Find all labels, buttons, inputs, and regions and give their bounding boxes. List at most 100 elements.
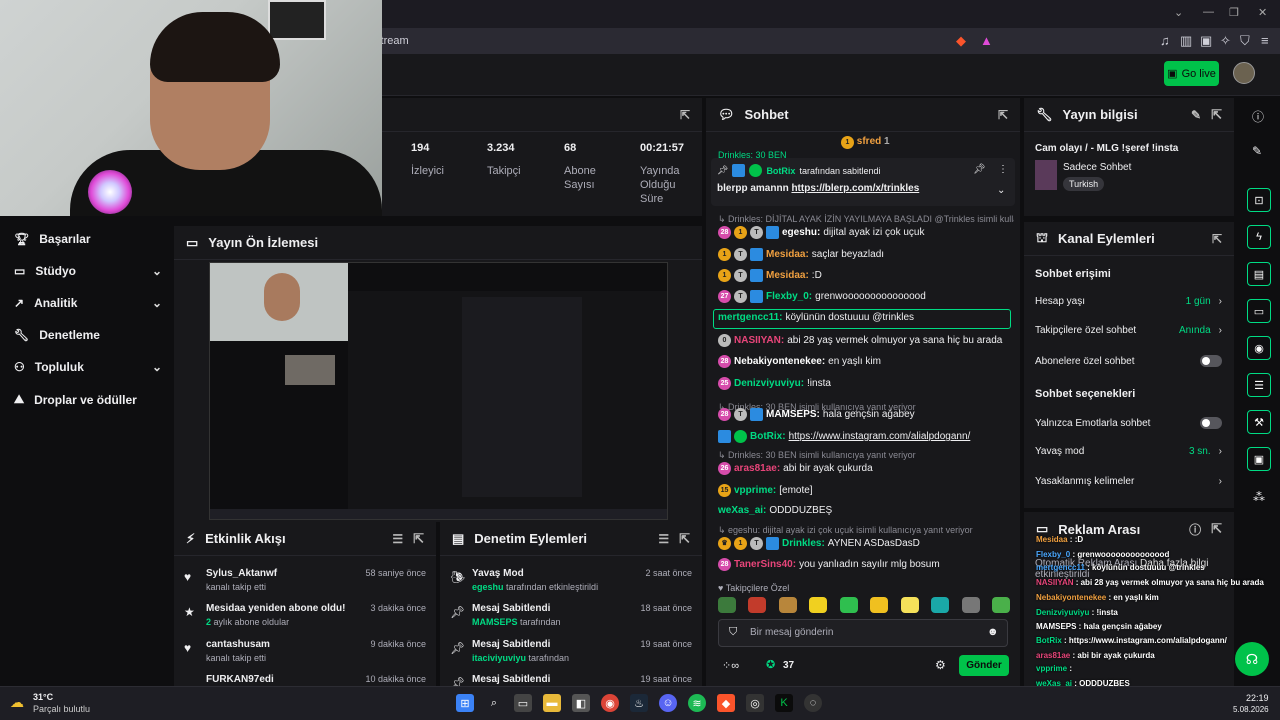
banned-words-row[interactable]: Yasaklanmış kelimeler › bbox=[1035, 476, 1222, 487]
sidebar-toggle-icon[interactable]: ▥ bbox=[1180, 33, 1192, 49]
chat-message[interactable]: 28 1 Tegeshu: dijital ayak izi çok uçuk bbox=[718, 226, 1014, 239]
leo-ai-icon[interactable]: ✧ bbox=[1220, 33, 1231, 49]
chat-username[interactable]: Nebakiyontenekee: bbox=[734, 356, 825, 367]
chat-username[interactable]: NASIIYAN: bbox=[734, 335, 784, 346]
chevron-down-icon[interactable]: ⌄ bbox=[1174, 6, 1183, 19]
chat-message[interactable]: 25 Denizviyuviyu: !insta bbox=[718, 377, 1014, 390]
chat-message[interactable]: 28 Nebakiyontenekee: en yaşlı kim bbox=[718, 355, 1014, 368]
brave-shield-icon[interactable]: ◆ bbox=[956, 33, 966, 49]
chat-input[interactable]: ⛉ Bir mesaj gönderin ☻ bbox=[718, 619, 1008, 647]
emote-icon[interactable] bbox=[870, 597, 889, 613]
queue-icon[interactable]: ☰ bbox=[1247, 373, 1271, 397]
file-explorer-icon[interactable]: ▬ bbox=[543, 694, 561, 712]
popout-icon[interactable]: ⇱ bbox=[1211, 107, 1222, 123]
brave-icon[interactable]: ◆ bbox=[717, 694, 735, 712]
drops-icon[interactable]: ⁂ bbox=[1253, 490, 1265, 504]
stream-preview-video[interactable] bbox=[209, 262, 668, 520]
vpn-icon[interactable]: ⛉ bbox=[1240, 33, 1250, 49]
sidebar-item-drops[interactable]: ⛰ Droplar ve ödüller bbox=[14, 392, 162, 407]
chat-message[interactable]: 28 TanerSins40: you yanlıadın sayılır mlg … bbox=[718, 558, 1014, 571]
note-icon[interactable]: ▤ bbox=[1247, 262, 1271, 286]
close-icon[interactable]: ✕ bbox=[1258, 6, 1267, 19]
popout-icon[interactable]: ⇱ bbox=[679, 531, 690, 547]
chat-username[interactable]: Mesidaa: bbox=[766, 270, 809, 281]
emote-icon[interactable] bbox=[748, 597, 767, 613]
chat-username[interactable]: Flexby_0: bbox=[766, 291, 812, 302]
pinned-link[interactable]: https://blerp.com/x/trinkles bbox=[791, 183, 919, 194]
chat-message[interactable]: 26 aras81ae: abi bir ayak çukurda bbox=[718, 462, 1014, 475]
wallet-icon[interactable]: ▣ bbox=[1200, 33, 1212, 49]
sidebar-item-studio[interactable]: ▭ Stüdyo ⌄ bbox=[14, 264, 162, 278]
stream-category[interactable]: Sadece Sohbet bbox=[1063, 162, 1131, 173]
window-icon[interactable]: ▣ bbox=[1247, 447, 1271, 471]
discord-icon[interactable]: ☺ bbox=[659, 694, 677, 712]
chat-username[interactable]: weXas_ai: bbox=[718, 505, 766, 516]
popout-icon[interactable]: ⇱ bbox=[1212, 232, 1222, 246]
emote-icon[interactable] bbox=[991, 597, 1010, 613]
menu-icon[interactable]: ≡ bbox=[1261, 33, 1269, 48]
chat-message[interactable]: 27 T Flexby_0: grenwooooooooooooood bbox=[718, 290, 1014, 303]
chat-username[interactable]: MAMSEPS: bbox=[766, 409, 820, 420]
obs-icon[interactable]: ◎ bbox=[746, 694, 764, 712]
chat-message[interactable]: 15 vpprime: [emote] bbox=[718, 484, 1014, 497]
weather-temp[interactable]: 31°C bbox=[33, 692, 53, 702]
info-icon[interactable]: ⓘ bbox=[1189, 521, 1201, 538]
bolt-icon[interactable]: ϟ bbox=[1247, 225, 1271, 249]
steam-icon[interactable]: ♨ bbox=[630, 694, 648, 712]
task-view-icon[interactable]: ▭ bbox=[514, 694, 532, 712]
chat-username[interactable]: vpprime: bbox=[734, 485, 776, 496]
emote-icon[interactable] bbox=[718, 597, 736, 613]
emote-icon[interactable] bbox=[778, 597, 797, 613]
send-button[interactable]: Gönder bbox=[959, 655, 1009, 676]
chat-message[interactable]: 0 NASIIYAN: abi 28 yaş vermek olmuyor ya s… bbox=[718, 334, 1014, 347]
popout-icon[interactable]: ⇱ bbox=[413, 531, 424, 547]
chat-username[interactable]: aras81ae: bbox=[734, 463, 780, 474]
sidebar-item-achievements[interactable]: 🏆︎ Başarılar bbox=[14, 232, 162, 246]
chat-message[interactable]: mertgencc11: köylünün dostuuuu @trinkles bbox=[718, 312, 1014, 323]
chat-username[interactable]: TanerSins40: bbox=[734, 559, 796, 570]
emote-icon[interactable] bbox=[961, 597, 980, 613]
kicks-icon[interactable]: ✪ bbox=[766, 658, 775, 671]
chat-message[interactable]: weXas_ai: ODDDUZBEŞ bbox=[718, 505, 1014, 516]
chat-username[interactable]: Drinkles: bbox=[782, 538, 825, 549]
windows-start-icon[interactable]: ⊞ bbox=[456, 694, 474, 712]
more-icon[interactable]: ⋮ bbox=[998, 164, 1008, 175]
search-icon[interactable]: ⌕ bbox=[485, 694, 503, 712]
chat-message[interactable]: 28 T MAMSEPS: hala gençsin ağabey bbox=[718, 408, 1014, 421]
chrome-icon[interactable]: ◉ bbox=[601, 694, 619, 712]
filter-icon[interactable]: ☰ bbox=[392, 532, 403, 546]
music-icon[interactable]: ♫ bbox=[1160, 33, 1170, 48]
infinity-icon[interactable]: ⁘∞ bbox=[722, 659, 739, 672]
clock-time[interactable]: 22:19 bbox=[1246, 693, 1269, 703]
avatar[interactable] bbox=[1233, 62, 1255, 84]
chat-message[interactable]: 1 T Mesidaa: saçlar beyazladı bbox=[718, 248, 1014, 261]
account-age-row[interactable]: Hesap yaşı 1 gün › bbox=[1035, 296, 1222, 307]
chat-message[interactable]: BotRix: https://www.instagram.com/alialpd… bbox=[718, 430, 1014, 443]
popout-icon[interactable]: ⇱ bbox=[680, 108, 690, 122]
clip-icon[interactable]: ⊡ bbox=[1247, 188, 1271, 212]
go-live-button[interactable]: ▣ Go live bbox=[1164, 61, 1219, 86]
sidebar-item-community[interactable]: ⚇ Topluluk ⌄ bbox=[14, 360, 162, 374]
chat-bubble-icon[interactable]: ▭ bbox=[1247, 299, 1271, 323]
emote-icon[interactable] bbox=[809, 597, 828, 613]
edit-icon[interactable]: ✎ bbox=[1191, 108, 1201, 122]
wrench-icon[interactable]: ⚒ bbox=[1247, 410, 1271, 434]
subscribers-only-toggle[interactable] bbox=[1200, 355, 1222, 367]
restore-icon[interactable]: ❐ bbox=[1229, 6, 1239, 19]
chat-username[interactable]: egeshu: bbox=[782, 227, 820, 238]
brave-rewards-icon[interactable]: ▲ bbox=[980, 33, 993, 48]
popout-icon[interactable]: ⇱ bbox=[1211, 521, 1222, 537]
settings-icon[interactable]: ⚙ bbox=[935, 658, 946, 672]
broadcast-icon[interactable]: ◉ bbox=[1247, 336, 1271, 360]
emote-icon[interactable] bbox=[931, 597, 950, 613]
chat-message[interactable]: ♛ 1 T Drinkles: AYNEN ASDasDasD bbox=[718, 537, 1014, 550]
emoji-icon[interactable]: ☻ bbox=[987, 626, 999, 638]
weather-desc[interactable]: Parçalı bulutlu bbox=[33, 704, 90, 714]
top-gifter[interactable]: 1 sfred 1 bbox=[841, 136, 890, 149]
emote-icon[interactable] bbox=[900, 597, 919, 613]
emote-only-toggle[interactable] bbox=[1200, 417, 1222, 429]
chat-username[interactable]: BotRix: bbox=[750, 431, 786, 442]
headset-support-icon[interactable]: ☊ bbox=[1235, 642, 1269, 676]
chat-username[interactable]: Mesidaa: bbox=[766, 249, 809, 260]
store-icon[interactable]: ◧ bbox=[572, 694, 590, 712]
